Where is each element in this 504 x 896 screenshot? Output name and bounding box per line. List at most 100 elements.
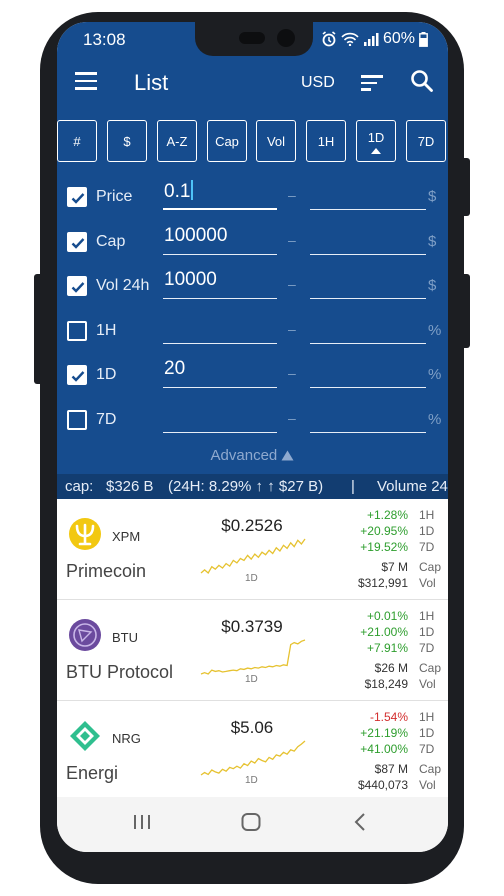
coin-stats: $87 M $440,073 [358,761,408,793]
price-max-input[interactable] [310,180,426,210]
filter-label: 1H [96,322,117,339]
label-cap: Cap [419,560,442,574]
screen: 13:08 60% List USD # $ A-Z Cap Vol 1H 1D… [57,22,448,852]
sort-button-cap[interactable]: Cap [207,120,247,162]
home-icon[interactable] [240,811,262,833]
sort-button-vol[interactable]: Vol [256,120,296,162]
change-7d: +19.52% [360,540,408,554]
coin-symbol: NRG [112,731,141,746]
label-vol: Vol [419,677,436,691]
coin-changes: +0.01% +21.00% +7.91% [360,608,408,656]
advanced-toggle[interactable]: Advanced [57,447,448,464]
stat-labels: Cap Vol [419,761,441,793]
wifi-icon [341,32,359,46]
sparkline-period: 1D [245,775,258,786]
sort-button-1d[interactable]: 1D [356,120,396,162]
coin-row-btu[interactable]: BTU BTU Protocol $0.3739 1D +0.01% +21.0… [57,600,448,701]
filter-unit: $ [428,188,437,205]
recent-apps-icon[interactable] [132,811,152,833]
1d-checkbox[interactable] [67,365,87,385]
1d-min-input[interactable]: 20 [163,358,277,388]
page-title: List [134,70,169,95]
filter-unit: % [428,322,442,339]
signal-icon [363,33,379,46]
sort-button-rank[interactable]: # [57,120,97,162]
caret-up-icon [281,450,294,461]
change-1h: -1.54% [369,710,408,724]
change-1h: +1.28% [366,508,408,522]
coin-name: Energi [66,763,119,783]
sort-button-price[interactable]: $ [107,120,147,162]
label-1d: 1D [419,524,435,538]
filter-row-1d: 1D 20 – % [57,358,448,404]
phone-button [34,274,40,384]
7d-min-input[interactable] [163,403,277,433]
sparkline [200,639,306,675]
coin-price: $0.2526 [221,516,283,535]
coin-name: Primecoin [66,561,147,581]
volume-checkbox[interactable] [67,276,87,296]
sort-button-7d[interactable]: 7D [406,120,446,162]
camera-notch [195,22,313,56]
status-bar: 13:08 60% [57,22,448,56]
sparkline-path [200,538,306,575]
sort-button-name[interactable]: A-Z [157,120,197,162]
filter-row-1h: 1H – % [57,316,448,360]
cap-checkbox[interactable] [67,232,87,252]
label-1h: 1H [419,508,435,522]
app-bar: List USD [57,56,448,112]
label-cap: Cap [419,762,442,776]
coin-row-nrg[interactable]: NRG Energi $5.06 1D -1.54% +21.19% +41.0… [57,701,448,802]
7d-max-input[interactable] [310,403,426,433]
caret-up-icon [371,148,381,154]
coin-symbol: BTU [112,630,138,645]
change-labels: 1H 1D 7D [419,507,434,555]
alarm-icon [322,31,336,47]
1h-max-input[interactable] [310,314,426,344]
change-labels: 1H 1D 7D [419,608,434,656]
coin-vol: $440,073 [357,778,408,792]
ticker-cap-value: $326 B [106,478,154,495]
coin-vol: $18,249 [364,677,408,691]
sort-icon[interactable] [361,75,383,91]
change-7d: +7.91% [366,641,408,655]
battery-percent: 60% [382,30,415,47]
search-icon[interactable] [409,68,435,94]
change-1d: +21.00% [360,625,408,639]
battery-icon [419,31,428,47]
btu-logo-icon [69,619,101,651]
coin-price: $5.06 [230,718,274,737]
sort-button-1h[interactable]: 1H [306,120,346,162]
speaker [239,32,265,44]
menu-icon[interactable] [75,72,97,90]
coin-symbol: XPM [112,529,141,544]
label-7d: 7D [419,641,435,655]
currency-selector[interactable]: USD [301,74,335,92]
1h-min-input[interactable] [163,314,277,344]
back-icon[interactable] [353,811,367,833]
volume-max-input[interactable] [310,269,426,299]
label-vol: Vol [419,778,436,792]
1d-max-input[interactable] [310,358,426,388]
price-checkbox[interactable] [67,187,87,207]
coin-row-xpm[interactable]: XPM Primecoin $0.2526 1D +1.28% +20.95% … [57,499,448,600]
filter-row-7d: 7D – % [57,405,448,449]
price-min-input[interactable]: 0.1 [163,180,277,210]
cap-min-input[interactable]: 100000 [163,225,277,255]
change-1d: +20.95% [360,524,408,538]
1h-checkbox[interactable] [67,321,87,341]
cap-max-input[interactable] [310,225,426,255]
stat-labels: Cap Vol [419,559,441,591]
system-nav-bar [57,797,448,852]
volume-min-input[interactable]: 10000 [163,269,277,299]
filter-row-volume: Vol 24h 10000 – $ [57,269,448,315]
range-dash: – [288,276,296,292]
primecoin-logo-icon [69,518,101,550]
range-dash: – [288,187,296,203]
7d-checkbox[interactable] [67,410,87,430]
sparkline-period: 1D [245,674,258,685]
coin-price: $0.3739 [221,617,283,636]
coin-changes: -1.54% +21.19% +41.00% [360,709,408,757]
check-icon [71,193,85,204]
coin-cap: $26 M [374,661,408,675]
